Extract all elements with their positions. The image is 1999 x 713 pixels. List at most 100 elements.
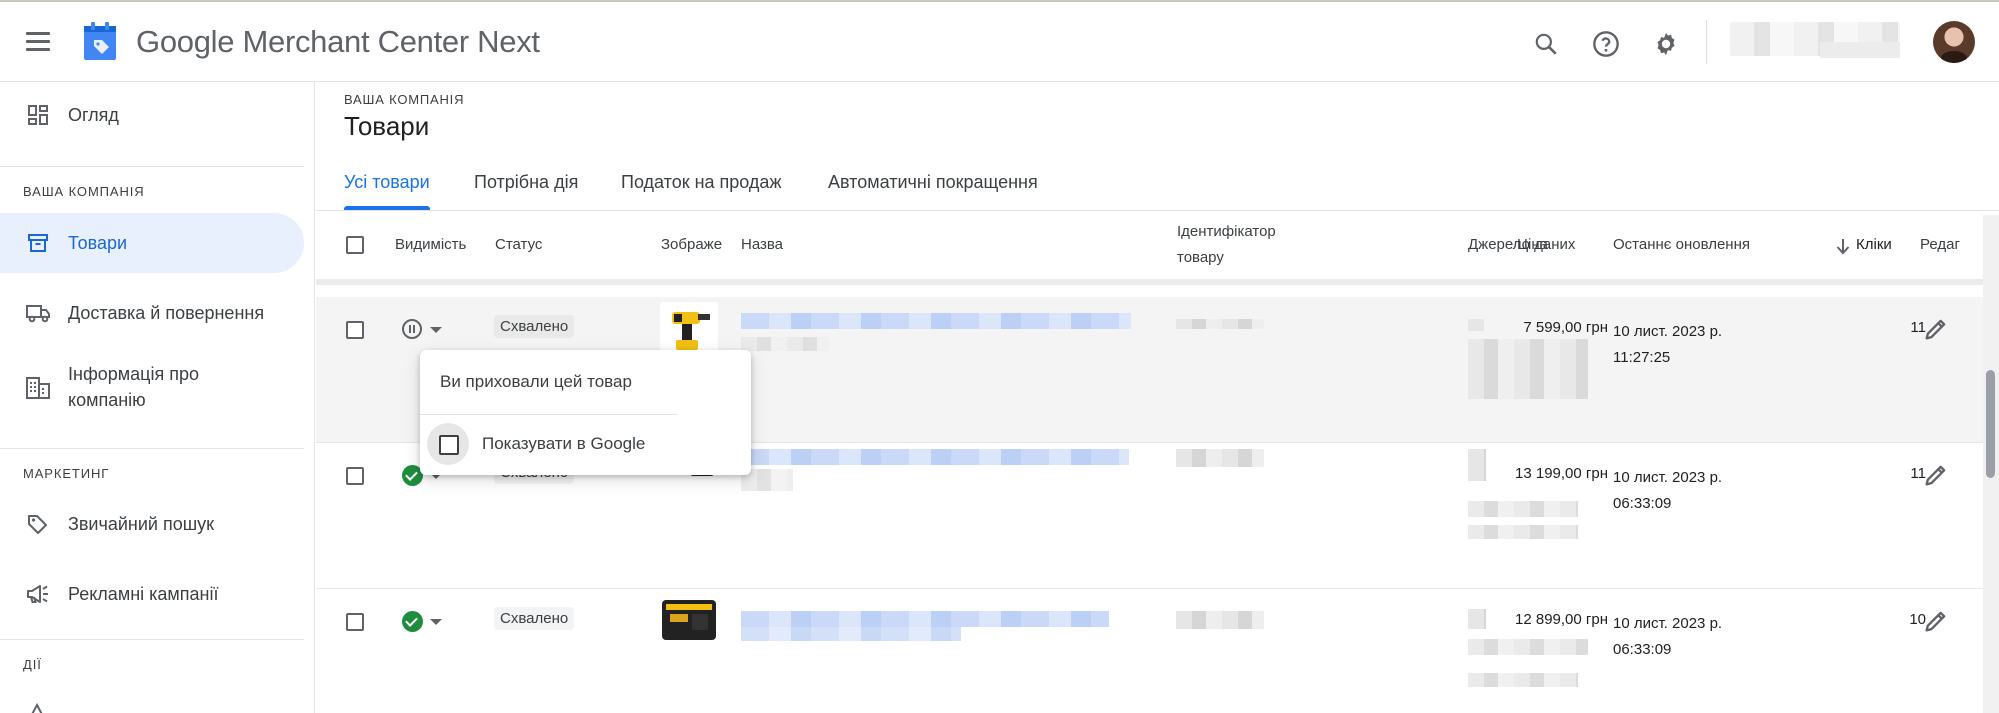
megaphone-icon [24, 580, 52, 608]
updated-date: 10 лист. 2023 р. [1613, 615, 1723, 632]
page-title: Товари [344, 111, 430, 141]
sidebar-item-overview[interactable]: Огляд [0, 90, 304, 140]
archive-box-icon [24, 229, 52, 257]
popup-message: Ви приховали цей товар [440, 372, 632, 391]
product-image-drill-kit[interactable] [660, 594, 718, 646]
popup-divider [420, 414, 677, 415]
clicks-count: 10 [1909, 611, 1926, 628]
building-icon [24, 374, 52, 402]
pencil-icon[interactable] [1922, 315, 1950, 343]
app-title: Google Merchant Center Next [136, 24, 540, 59]
data-source-blurred-block [1468, 639, 1588, 655]
header-separator [316, 279, 1983, 285]
divider [0, 166, 304, 167]
sidebar-item-label: Інформація про компанію [68, 364, 199, 410]
dashboard-icon [24, 101, 52, 129]
column-header-edit: Редаг [1920, 236, 1960, 253]
sidebar-item-label: Доставка й повернення [68, 303, 265, 323]
column-header-updated[interactable]: Останнє оновлення [1613, 232, 1750, 258]
updated-date: 10 лист. 2023 р. [1613, 323, 1723, 340]
sidebar-item-products[interactable]: Товари [0, 213, 304, 273]
section-header-marketing: МАРКЕТИНГ [23, 466, 110, 481]
pencil-icon[interactable] [1922, 607, 1950, 635]
row-checkbox[interactable] [346, 321, 364, 339]
chevron-down-icon[interactable] [430, 327, 442, 333]
menu-icon[interactable] [26, 32, 50, 52]
tab-auto-improvements[interactable]: Автоматичні покращення [828, 172, 1038, 193]
gear-icon[interactable] [1648, 26, 1684, 62]
section-header-company: ВАША КОМПАНІЯ [23, 184, 145, 199]
status-badge: Схвалено [494, 315, 575, 338]
product-image-drill[interactable] [660, 302, 718, 354]
select-all-checkbox[interactable] [346, 236, 364, 254]
updated-time: 06:33:09 [1613, 641, 1672, 658]
avatar[interactable] [1933, 21, 1975, 63]
sidebar-item-campaigns[interactable]: Рекламні кампанії [0, 564, 304, 624]
data-source-blurred [1468, 319, 1484, 331]
product-name-blurred[interactable] [741, 449, 1129, 465]
paused-visibility-icon[interactable] [402, 319, 422, 339]
topbar-divider [1706, 20, 1707, 64]
data-source-blurred-block [1468, 501, 1578, 517]
table-header: Видимість Статус Зображе Назва Ідентифік… [316, 212, 1983, 279]
data-source-blurred-block2 [1468, 673, 1578, 687]
data-source-blurred-block2 [1468, 525, 1578, 539]
clicks-count: 11 [1910, 465, 1926, 482]
sidebar-item-free-listings[interactable]: Звичайний пошук [0, 494, 304, 554]
column-header-clicks[interactable]: Кліки [1856, 232, 1892, 258]
account-id-blurred [1820, 42, 1900, 58]
status-badge: Схвалено [494, 607, 575, 630]
divider [0, 448, 304, 449]
check-circle-icon[interactable] [402, 611, 423, 632]
product-id-blurred [1176, 319, 1264, 329]
merchant-center-logo [84, 22, 116, 60]
scrollbar-thumb[interactable] [1986, 370, 1995, 478]
column-header-visibility[interactable]: Видимість [395, 232, 466, 258]
product-name-blurred[interactable] [741, 313, 1131, 329]
sidebar-item-cut-off-icon [26, 702, 48, 713]
updated-time: 06:33:09 [1613, 495, 1672, 512]
sidebar-item-shipping[interactable]: Доставка й повернення [0, 283, 304, 343]
product-id-blurred [1176, 449, 1264, 467]
visibility-popup: Ви приховали цей товар Показувати в Goog… [420, 350, 751, 475]
chevron-down-icon[interactable] [430, 619, 442, 625]
breadcrumb: ВАША КОМПАНІЯ [344, 92, 465, 107]
product-name-blurred-line2 [741, 627, 961, 641]
section-header-actions: ДІЇ [23, 657, 42, 672]
show-in-google-label[interactable]: Показувати в Google [482, 434, 645, 454]
arrow-down-icon[interactable] [1835, 237, 1851, 260]
tag-icon [24, 510, 52, 538]
sidebar: Огляд ВАША КОМПАНІЯ Товари Доставка й по… [0, 82, 315, 713]
help-icon[interactable] [1588, 26, 1624, 62]
tab-all-products[interactable]: Усі товари [344, 172, 430, 193]
column-header-id-line1[interactable]: Ідентифікатор [1177, 219, 1276, 245]
table-row[interactable]: Схвалено 12 899,00 грн 10 лист. 2023 р. … [316, 589, 1983, 713]
row-checkbox[interactable] [346, 613, 364, 631]
row-checkbox[interactable] [346, 467, 364, 485]
sidebar-item-label: Рекламні кампанії [68, 584, 219, 604]
product-name-blurred[interactable] [741, 611, 1109, 627]
column-header-name[interactable]: Назва [741, 232, 783, 258]
sidebar-item-label: Товари [68, 233, 128, 253]
sidebar-item-label: Огляд [68, 105, 119, 125]
pencil-icon[interactable] [1922, 461, 1950, 489]
data-source-blurred [1468, 449, 1486, 481]
show-in-google-checkbox[interactable] [439, 435, 459, 455]
tab-sales-tax[interactable]: Податок на продаж [621, 172, 781, 193]
tab-action-needed[interactable]: Потрібна дія [474, 172, 578, 193]
column-header-image[interactable]: Зображе [661, 232, 723, 258]
sidebar-item-label: Звичайний пошук [68, 514, 215, 534]
data-source-blurred [1468, 609, 1486, 629]
clicks-count: 11 [1910, 319, 1926, 336]
updated-date: 10 лист. 2023 р. [1613, 469, 1723, 486]
truck-icon [24, 299, 52, 327]
sidebar-item-company-info[interactable]: Інформація про компанію [0, 352, 304, 424]
column-header-source[interactable]: Джерело даних [1468, 232, 1575, 258]
search-icon[interactable] [1528, 26, 1564, 62]
updated-time: 11:27:25 [1613, 349, 1671, 366]
column-header-id-line2: товару [1177, 249, 1224, 266]
data-source-blurred-block [1468, 339, 1588, 399]
product-name-blurred-line2 [741, 337, 829, 351]
column-header-status[interactable]: Статус [495, 232, 542, 258]
product-id-blurred [1176, 611, 1264, 629]
